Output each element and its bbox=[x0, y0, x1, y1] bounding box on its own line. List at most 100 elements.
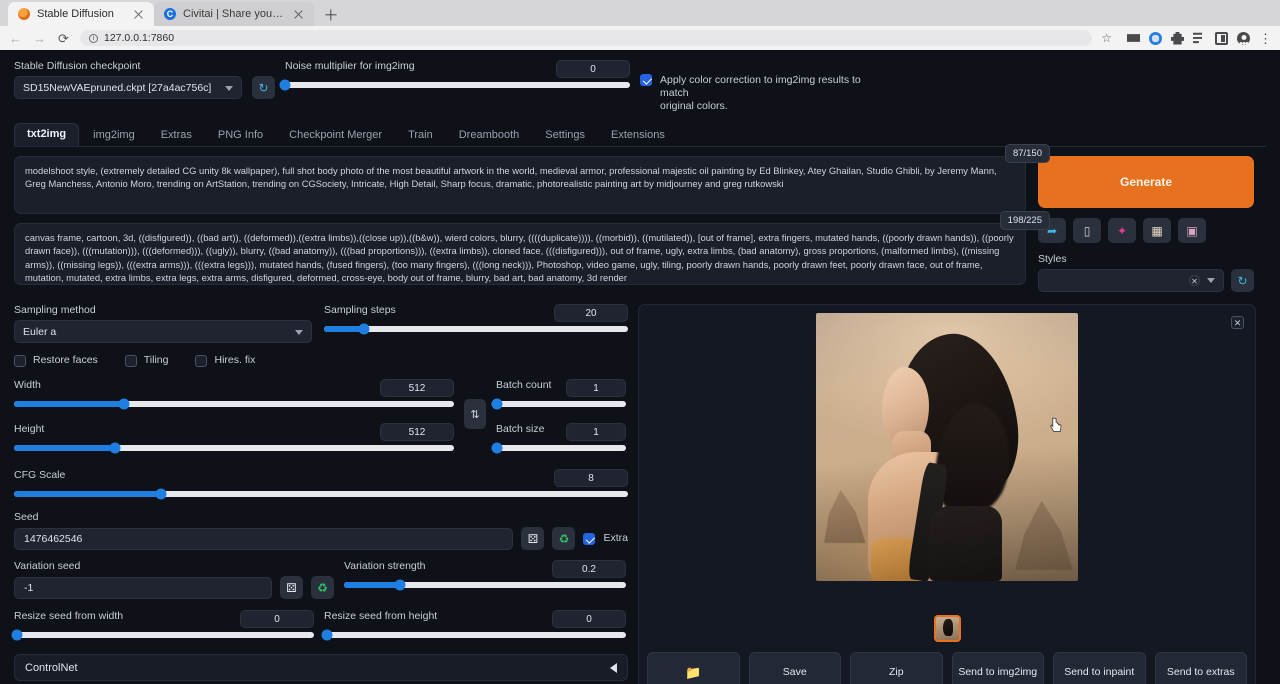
tab-extensions[interactable]: Extensions bbox=[599, 125, 677, 146]
tab-checkpoint-merger[interactable]: Checkpoint Merger bbox=[277, 125, 394, 146]
side-panel-icon[interactable] bbox=[1215, 32, 1228, 45]
address-bar[interactable]: i 127.0.0.1:7860 bbox=[80, 30, 1092, 46]
cfg-scale-slider[interactable] bbox=[14, 487, 628, 501]
width-value[interactable]: 512 bbox=[380, 379, 454, 397]
swap-vertical-icon[interactable]: ⇅ bbox=[464, 399, 486, 429]
new-tab-button[interactable] bbox=[320, 4, 342, 26]
sampling-method-select[interactable]: Euler a bbox=[14, 320, 312, 343]
more-menu-icon[interactable]: ⋮ bbox=[1259, 32, 1272, 45]
refresh-styles-button[interactable]: ↻ bbox=[1231, 269, 1254, 292]
browser-tab-title: Civitai | Share your models bbox=[183, 8, 285, 20]
batch-size-value[interactable]: 1 bbox=[566, 423, 626, 441]
sync-circle-icon[interactable] bbox=[1149, 32, 1162, 45]
reading-list-icon[interactable] bbox=[1193, 32, 1206, 45]
trash-clear-icon[interactable]: ▯ bbox=[1073, 218, 1101, 243]
cfg-scale-value[interactable]: 8 bbox=[554, 469, 628, 487]
tab-txt2img[interactable]: txt2img bbox=[14, 123, 79, 146]
generated-image[interactable] bbox=[816, 313, 1078, 581]
generate-button[interactable]: Generate bbox=[1038, 156, 1254, 208]
color-correction-checkbox[interactable] bbox=[640, 74, 652, 86]
sampling-steps-slider[interactable] bbox=[324, 322, 628, 336]
resize-seed-height-slider[interactable] bbox=[324, 628, 626, 642]
sampling-method-field: Sampling method Euler a bbox=[14, 304, 312, 343]
tab-extras[interactable]: Extras bbox=[149, 125, 204, 146]
browser-tab-stable-diffusion[interactable]: Stable Diffusion bbox=[8, 2, 154, 26]
hires-fix-toggle[interactable]: Hires. fix bbox=[195, 354, 255, 367]
resize-seed-width-value[interactable]: 0 bbox=[240, 610, 314, 628]
noise-multiplier-slider[interactable] bbox=[285, 78, 630, 92]
tab-settings[interactable]: Settings bbox=[533, 125, 597, 146]
dice-icon[interactable]: ⚄ bbox=[521, 527, 544, 550]
image-detail bbox=[824, 490, 866, 544]
height-slider[interactable] bbox=[14, 441, 454, 455]
close-icon[interactable] bbox=[292, 8, 305, 21]
site-info-icon[interactable]: i bbox=[89, 34, 98, 43]
star-icon[interactable]: ☆ bbox=[1101, 32, 1112, 45]
magic-extra-networks-icon[interactable]: ✦ bbox=[1108, 218, 1136, 243]
restore-faces-label: Restore faces bbox=[33, 354, 98, 367]
checkpoint-label: Stable Diffusion checkpoint bbox=[14, 60, 242, 72]
chevron-down-icon[interactable] bbox=[1207, 278, 1215, 283]
extra-seed-checkbox[interactable] bbox=[583, 533, 595, 545]
save-style-icon[interactable]: ▣ bbox=[1178, 218, 1206, 243]
noise-multiplier-value[interactable]: 0 bbox=[556, 60, 630, 78]
recycle-icon[interactable]: ♻ bbox=[311, 576, 334, 599]
sampling-steps-value[interactable]: 20 bbox=[554, 304, 628, 322]
hires-fix-checkbox[interactable] bbox=[195, 355, 207, 367]
tiling-toggle[interactable]: Tiling bbox=[125, 354, 169, 367]
positive-prompt-input[interactable]: 87/150 modelshoot style, (extremely deta… bbox=[14, 156, 1026, 214]
variation-strength-field: Variation strength 0.2 bbox=[344, 560, 626, 592]
close-icon[interactable] bbox=[132, 8, 145, 21]
reload-icon[interactable]: ⟳ bbox=[56, 31, 71, 46]
styles-select[interactable]: ✕ bbox=[1038, 269, 1224, 292]
batch-count-value[interactable]: 1 bbox=[566, 379, 626, 397]
save-button[interactable]: Save bbox=[749, 652, 842, 684]
back-icon[interactable]: ← bbox=[8, 31, 23, 46]
cast-icon[interactable] bbox=[1127, 32, 1140, 45]
tab-img2img[interactable]: img2img bbox=[81, 125, 147, 146]
width-height-group: Width 512 Height 512 bbox=[14, 379, 454, 455]
resize-seed-width-slider[interactable] bbox=[14, 628, 314, 642]
height-value[interactable]: 512 bbox=[380, 423, 454, 441]
sampling-steps-label: Sampling steps bbox=[324, 304, 396, 316]
zip-button[interactable]: Zip bbox=[850, 652, 943, 684]
tab-dreambooth[interactable]: Dreambooth bbox=[447, 125, 532, 146]
open-folder-button[interactable]: 📁 bbox=[647, 652, 740, 684]
height-label: Height bbox=[14, 423, 44, 435]
color-correction-toggle[interactable]: Apply color correction to img2img result… bbox=[640, 74, 890, 113]
tab-train[interactable]: Train bbox=[396, 125, 445, 146]
extensions-puzzle-icon[interactable] bbox=[1171, 32, 1184, 45]
dice-icon[interactable]: ⚄ bbox=[280, 576, 303, 599]
resize-seed-height-value[interactable]: 0 bbox=[552, 610, 626, 628]
forward-icon[interactable]: → bbox=[32, 31, 47, 46]
sampling-method-label: Sampling method bbox=[14, 304, 312, 316]
apply-style-icon[interactable]: ▦ bbox=[1143, 218, 1171, 243]
variation-seed-input[interactable]: -1 bbox=[14, 577, 272, 599]
browser-tab-civitai[interactable]: Civitai | Share your models bbox=[154, 2, 314, 26]
batch-count-slider[interactable] bbox=[496, 397, 626, 411]
restore-faces-checkbox[interactable] bbox=[14, 355, 26, 367]
recycle-icon[interactable]: ♻ bbox=[552, 527, 575, 550]
thumbnail-strip bbox=[647, 615, 1247, 642]
resize-seed-height-label: Resize seed from height bbox=[324, 610, 437, 622]
negative-prompt-input[interactable]: 198/225 canvas frame, cartoon, 3d, ((dis… bbox=[14, 223, 1026, 285]
send-to-img2img-button[interactable]: Send to img2img bbox=[952, 652, 1045, 684]
result-thumbnail[interactable] bbox=[934, 615, 961, 642]
send-to-extras-button[interactable]: Send to extras bbox=[1155, 652, 1248, 684]
triangle-left-icon[interactable] bbox=[610, 663, 617, 673]
clear-x-icon[interactable]: ✕ bbox=[1189, 275, 1200, 286]
variation-strength-slider[interactable] bbox=[344, 578, 626, 592]
checkpoint-select[interactable]: SD15NewVAEpruned.ckpt [27a4ac756c] bbox=[14, 76, 242, 99]
controlnet-accordion[interactable]: ControlNet bbox=[14, 654, 628, 681]
variation-strength-value[interactable]: 0.2 bbox=[552, 560, 626, 578]
profile-avatar-icon[interactable] bbox=[1237, 32, 1250, 45]
tiling-checkbox[interactable] bbox=[125, 355, 137, 367]
seed-input[interactable]: 1476462546 bbox=[14, 528, 513, 550]
tab-png-info[interactable]: PNG Info bbox=[206, 125, 275, 146]
width-slider[interactable] bbox=[14, 397, 454, 411]
batch-size-slider[interactable] bbox=[496, 441, 626, 455]
settings-and-output-row: Sampling method Euler a Sampling steps 2… bbox=[14, 304, 1266, 684]
restore-faces-toggle[interactable]: Restore faces bbox=[14, 354, 98, 367]
refresh-checkpoint-button[interactable]: ↻ bbox=[252, 76, 275, 99]
send-to-inpaint-button[interactable]: Send to inpaint bbox=[1053, 652, 1146, 684]
